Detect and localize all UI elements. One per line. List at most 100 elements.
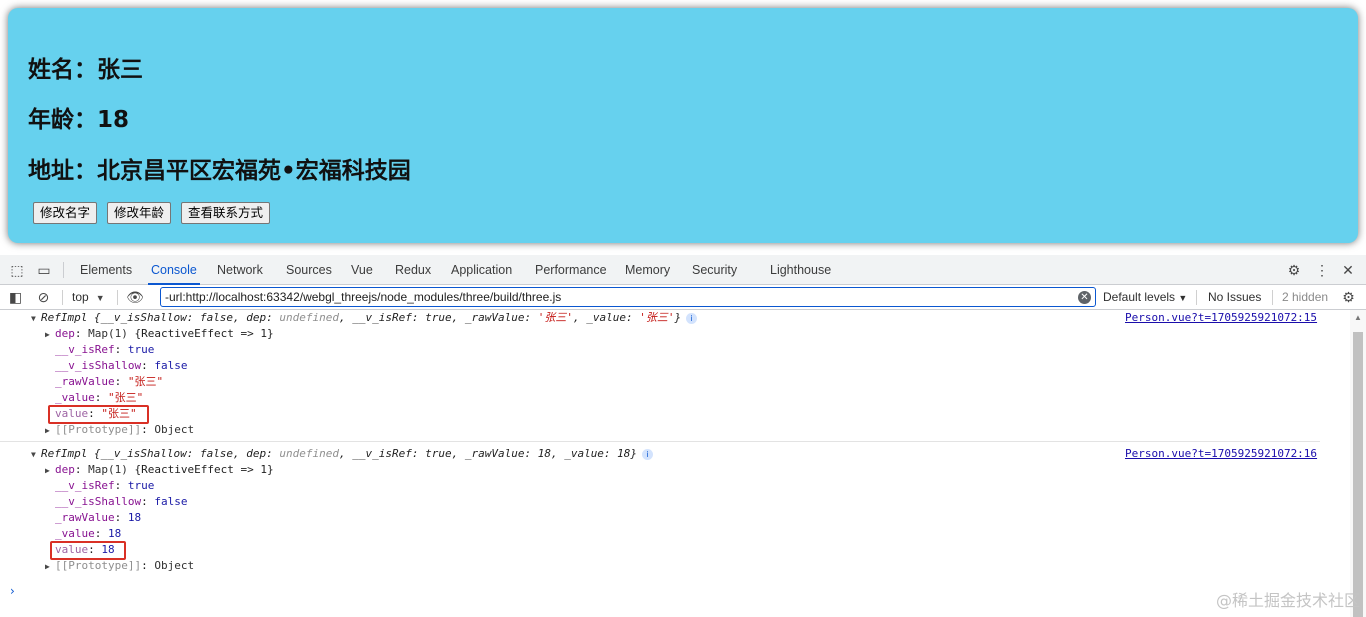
- change-age-button[interactable]: 修改年龄: [107, 202, 172, 224]
- scroll-up-arrow-icon[interactable]: ▲: [1354, 313, 1362, 322]
- clear-console-icon[interactable]: ⊘: [35, 289, 52, 306]
- header-undefined: undefined: [279, 311, 340, 324]
- property-key: __v_isRef: [55, 343, 115, 356]
- property-row[interactable]: ▶ dep: Map(1) {ReactiveEffect => 1}: [45, 462, 274, 478]
- property-key: __v_isShallow: [55, 359, 142, 372]
- log-levels-label: Default levels: [1103, 290, 1176, 304]
- console-filter-input[interactable]: -url:http://localhost:63342/webgl_threej…: [160, 287, 1096, 307]
- expand-triangle-icon[interactable]: ▼: [31, 311, 41, 327]
- devtools-panel: ⬚ ▭ Elements Console Network Sources Vue…: [0, 255, 1366, 617]
- close-devtools-icon[interactable]: ✕: [1340, 262, 1356, 278]
- log-divider: [0, 441, 1320, 442]
- property-value: true: [127, 343, 155, 356]
- property-value: false: [154, 359, 188, 372]
- header-text: , _value:: [572, 311, 640, 324]
- console-prompt[interactable]: ›: [10, 584, 15, 598]
- console-settings-gear-icon[interactable]: ⚙: [1340, 289, 1357, 306]
- log-entry-header[interactable]: ▼ RefImpl {__v_isShallow: false, dep: und…: [31, 310, 698, 327]
- more-options-icon[interactable]: ⋮: [1314, 262, 1330, 278]
- property-row: __v_isRef: true: [55, 479, 155, 492]
- settings-gear-icon[interactable]: ⚙: [1286, 262, 1302, 278]
- hidden-count: 2 hidden: [1282, 290, 1329, 304]
- tab-elements[interactable]: Elements: [80, 255, 132, 285]
- header-string: '张三': [639, 311, 675, 324]
- tab-lighthouse[interactable]: Lighthouse: [770, 255, 831, 285]
- tab-network[interactable]: Network: [217, 255, 263, 285]
- expand-triangle-icon[interactable]: ▶: [45, 559, 55, 575]
- name-heading: 姓名：张三: [28, 57, 143, 83]
- tabbar-divider: [63, 262, 64, 278]
- property-row[interactable]: ▶ [[Prototype]]: Object: [45, 422, 194, 438]
- sidebar-toggle-icon[interactable]: ◧: [7, 289, 24, 306]
- property-key: _value: [55, 527, 95, 540]
- person-card: 姓名：张三 年龄：18 地址：北京昌平区宏福苑•宏福科技园 修改名字 修改年龄 …: [8, 8, 1358, 243]
- property-key: _value: [55, 391, 95, 404]
- toolbar-divider: [1196, 290, 1197, 305]
- console-scrollbar[interactable]: ▲: [1350, 310, 1366, 617]
- inspect-element-icon[interactable]: ⬚: [9, 262, 25, 278]
- chevron-down-icon: ▼: [1178, 293, 1188, 303]
- tab-sources[interactable]: Sources: [286, 255, 332, 285]
- object-class: RefImpl: [41, 311, 88, 324]
- toolbar-divider: [62, 290, 63, 305]
- header-text: }: [674, 311, 682, 324]
- property-value-rest: {ReactiveEffect => 1}: [127, 463, 274, 476]
- header-string: '张三': [537, 311, 573, 324]
- property-value: Map(1): [88, 463, 128, 476]
- header-text: {__v_isShallow: false, dep:: [87, 311, 280, 324]
- context-select[interactable]: top ▼: [72, 289, 105, 307]
- property-value: Object: [154, 423, 195, 436]
- source-link[interactable]: Person.vue?t=1705925921072:15: [1125, 310, 1317, 326]
- property-value: "张三": [127, 375, 164, 388]
- expand-triangle-icon[interactable]: ▶: [45, 327, 55, 343]
- property-key: dep: [55, 327, 75, 340]
- property-key: _rawValue: [55, 511, 115, 524]
- toolbar-divider: [117, 290, 118, 305]
- address-heading: 地址：北京昌平区宏福苑•宏福科技园: [28, 158, 411, 184]
- property-row: _value: "张三": [55, 391, 144, 404]
- property-row[interactable]: ▶ dep: Map(1) {ReactiveEffect => 1}: [45, 326, 274, 342]
- expand-triangle-icon[interactable]: ▼: [31, 447, 41, 463]
- issues-counter[interactable]: No Issues: [1208, 289, 1261, 306]
- log-levels-dropdown[interactable]: Default levels ▼: [1103, 289, 1187, 307]
- console-log: ▼ RefImpl {__v_isShallow: false, dep: und…: [0, 310, 1350, 617]
- header-text: , __v_isRef: true, _rawValue:: [339, 311, 538, 324]
- live-expression-eye-icon[interactable]: 👁: [125, 289, 145, 306]
- info-icon[interactable]: i: [642, 448, 654, 460]
- property-value: "张三": [108, 391, 144, 404]
- scrollbar-thumb[interactable]: [1353, 332, 1363, 617]
- watermark: @稀土掘金技术社区: [1215, 591, 1360, 610]
- tab-console[interactable]: Console: [148, 255, 200, 285]
- view-contact-button[interactable]: 查看联系方式: [181, 202, 271, 224]
- tab-performance[interactable]: Performance: [535, 255, 607, 285]
- property-row: _rawValue: 18: [55, 511, 142, 524]
- property-value: true: [127, 479, 155, 492]
- tab-vue[interactable]: Vue: [351, 255, 373, 285]
- tab-redux[interactable]: Redux: [395, 255, 431, 285]
- change-name-button[interactable]: 修改名字: [33, 202, 98, 224]
- expand-triangle-icon[interactable]: ▶: [45, 463, 55, 479]
- tab-security[interactable]: Security: [692, 255, 737, 285]
- clear-filter-icon[interactable]: ✕: [1078, 291, 1091, 304]
- header-undefined: undefined: [279, 447, 340, 460]
- tab-application[interactable]: Application: [451, 255, 512, 285]
- property-row[interactable]: ▶ [[Prototype]]: Object: [45, 558, 194, 574]
- device-toolbar-icon[interactable]: ▭: [36, 262, 52, 278]
- object-class: RefImpl: [41, 447, 88, 460]
- property-row: __v_isRef: true: [55, 343, 155, 356]
- property-value: 18: [108, 527, 122, 540]
- property-value: false: [154, 495, 188, 508]
- property-row: __v_isShallow: false: [55, 359, 188, 372]
- expand-triangle-icon[interactable]: ▶: [45, 423, 55, 439]
- log-entry-header[interactable]: ▼ RefImpl {__v_isShallow: false, dep: und…: [31, 446, 654, 463]
- property-key: [[Prototype]]: [55, 423, 142, 436]
- property-row: _rawValue: "张三": [55, 375, 164, 388]
- source-link[interactable]: Person.vue?t=1705925921072:16: [1125, 446, 1317, 462]
- property-value: 18: [127, 511, 142, 524]
- info-icon[interactable]: i: [686, 312, 698, 324]
- page-viewport: 姓名：张三 年龄：18 地址：北京昌平区宏福苑•宏福科技园 修改名字 修改年龄 …: [0, 0, 1366, 255]
- header-text: {__v_isShallow: false, dep:: [87, 447, 280, 460]
- property-key: [[Prototype]]: [55, 559, 142, 572]
- tab-memory[interactable]: Memory: [625, 255, 670, 285]
- context-select-label: top: [72, 290, 89, 304]
